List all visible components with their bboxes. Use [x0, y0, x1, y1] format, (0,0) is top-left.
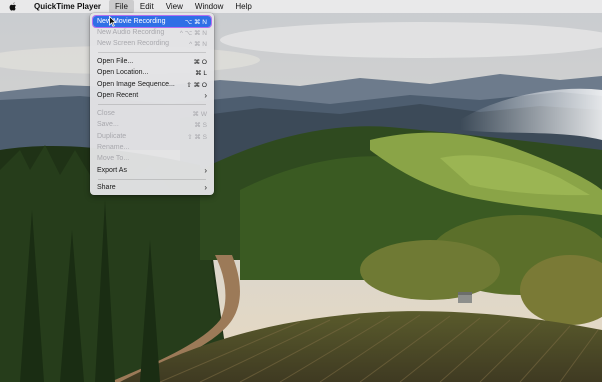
- menu-item-shortcut: ^ ⌥ ⌘ N: [179, 29, 207, 37]
- menu-item-label: Open Image Sequence...: [97, 81, 175, 88]
- menu-item-open-location[interactable]: Open Location... ⌘ L: [93, 67, 211, 78]
- menu-item-open-recent[interactable]: Open Recent ›: [93, 90, 211, 101]
- apple-icon[interactable]: [9, 2, 17, 11]
- menu-item-label: Duplicate: [97, 133, 127, 140]
- menu-window[interactable]: Window: [189, 0, 229, 13]
- menu-item-label: Save...: [97, 121, 119, 128]
- menu-item-new-audio-recording[interactable]: New Audio Recording ^ ⌥ ⌘ N: [93, 27, 211, 38]
- menu-app-name[interactable]: QuickTime Player: [28, 0, 109, 13]
- menu-item-move-to[interactable]: Move To...: [93, 153, 211, 164]
- menu-item-shortcut: ⌘ O: [193, 58, 207, 66]
- menu-item-label: Close: [97, 110, 115, 117]
- menu-item-shortcut: ⌘ W: [192, 110, 207, 118]
- menu-item-shortcut: ⌘ L: [195, 69, 207, 77]
- menu-bar: QuickTime Player File Edit View Window H…: [0, 0, 602, 13]
- menu-help[interactable]: Help: [229, 0, 257, 13]
- menu-item-shortcut: ⇧ ⌘ O: [186, 81, 207, 89]
- menu-view[interactable]: View: [160, 0, 189, 13]
- menu-separator: [98, 179, 206, 180]
- menu-item-export-as[interactable]: Export As ›: [93, 165, 211, 176]
- menu-item-label: Open Location...: [97, 69, 149, 76]
- menu-item-shortcut: ⇧ ⌘ S: [187, 133, 207, 141]
- menu-item-label: New Audio Recording: [97, 29, 165, 36]
- menu-item-open-file[interactable]: Open File... ⌘ O: [93, 56, 211, 67]
- menu-item-shortcut: ^ ⌘ N: [189, 40, 207, 48]
- menu-item-close[interactable]: Close ⌘ W: [93, 108, 211, 119]
- menu-item-label: Rename...: [97, 144, 130, 151]
- menu-item-label: New Movie Recording: [97, 18, 166, 25]
- chevron-right-icon: ›: [204, 165, 207, 175]
- chevron-right-icon: ›: [204, 182, 207, 192]
- menu-item-label: Move To...: [97, 155, 130, 162]
- menu-item-label: New Screen Recording: [97, 40, 169, 47]
- menu-item-label: Share: [97, 184, 116, 191]
- menu-file[interactable]: File: [109, 0, 134, 13]
- menu-separator: [98, 52, 206, 53]
- menu-item-label: Open File...: [97, 58, 134, 65]
- menu-item-label: Export As: [97, 167, 127, 174]
- menu-item-rename[interactable]: Rename...: [93, 142, 211, 153]
- menu-item-open-image-sequence[interactable]: Open Image Sequence... ⇧ ⌘ O: [93, 79, 211, 90]
- menu-item-duplicate[interactable]: Duplicate ⇧ ⌘ S: [93, 131, 211, 142]
- menu-item-save[interactable]: Save... ⌘ S: [93, 119, 211, 130]
- menu-edit[interactable]: Edit: [134, 0, 160, 13]
- menu-item-shortcut: ⌘ S: [194, 121, 207, 129]
- chevron-right-icon: ›: [204, 90, 207, 100]
- mouse-pointer-icon: [109, 16, 117, 27]
- file-menu-dropdown: New Movie Recording ⌥ ⌘ N New Audio Reco…: [90, 13, 214, 195]
- menu-item-shortcut: ⌥ ⌘ N: [184, 18, 207, 26]
- menu-item-share[interactable]: Share ›: [93, 182, 211, 193]
- menu-separator: [98, 104, 206, 105]
- menu-item-new-screen-recording[interactable]: New Screen Recording ^ ⌘ N: [93, 38, 211, 49]
- menu-item-label: Open Recent: [97, 92, 139, 99]
